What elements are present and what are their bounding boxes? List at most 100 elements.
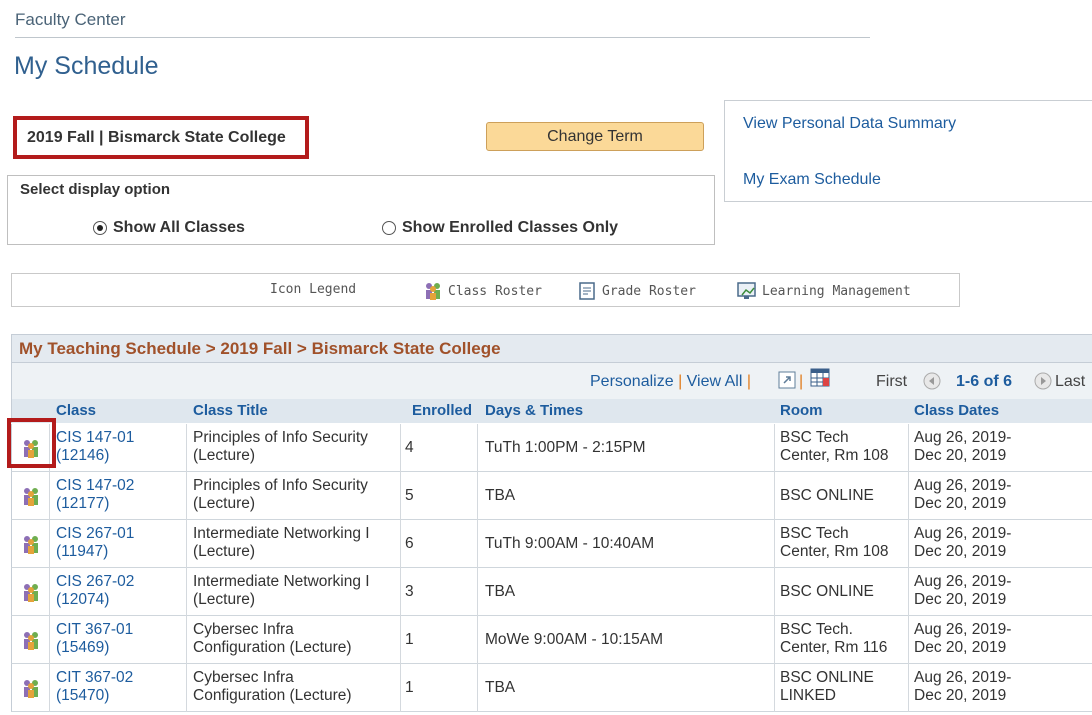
class-type: Configuration (Lecture): [193, 639, 352, 656]
room-detail: Center, Rm 108: [780, 543, 889, 560]
next-page-icon[interactable]: [1034, 372, 1052, 390]
table-row: CIS 267-01 (11947) Intermediate Networki…: [11, 520, 1092, 568]
first-page-label: First: [876, 373, 908, 390]
column-header-room[interactable]: Room: [780, 402, 823, 419]
previous-page-icon[interactable]: [923, 372, 941, 390]
table-row: CIT 367-01 (15469) Cybersec Infra Config…: [11, 616, 1092, 664]
show-all-classes-radio[interactable]: [93, 221, 107, 235]
room: BSC Tech: [780, 429, 849, 446]
my-exam-schedule-link[interactable]: My Exam Schedule: [743, 171, 881, 189]
teaching-schedule-header: My Teaching Schedule > 2019 Fall > Bisma…: [11, 334, 1092, 363]
room-detail: Center, Rm 116: [780, 639, 888, 656]
column-header-class-title[interactable]: Class Title: [193, 402, 268, 419]
class-roster-icon: [426, 283, 440, 300]
class-type: (Lecture): [193, 543, 256, 560]
class-start-date: Aug 26, 2019-: [914, 621, 1012, 638]
download-spreadsheet-icon[interactable]: [810, 368, 832, 388]
enrolled-count: 5: [405, 487, 414, 504]
class-type: (Lecture): [193, 591, 256, 608]
breadcrumb: Faculty Center: [15, 10, 126, 29]
table-row: CIS 147-01 (12146) Principles of Info Se…: [11, 424, 1092, 472]
days-times: MoWe 9:00AM - 10:15AM: [485, 631, 664, 648]
class-title: Intermediate Networking I: [193, 525, 370, 542]
column-header-enrolled[interactable]: Enrolled: [412, 402, 472, 419]
schedule-table-body: CIS 147-01 (12146) Principles of Info Se…: [11, 424, 1092, 712]
zoom-icon[interactable]: [778, 371, 796, 389]
display-option-label: Select display option: [20, 181, 171, 198]
nav-separator: |: [746, 373, 752, 390]
class-start-date: Aug 26, 2019-: [914, 429, 1012, 446]
legend-grade-roster: Grade Roster: [578, 282, 696, 300]
class-roster-icon[interactable]: [20, 486, 42, 506]
term-label-text: 2019 Fall | Bismarck State College: [27, 128, 286, 146]
legend-class-roster: Class Roster: [422, 282, 542, 300]
class-link[interactable]: CIT 367-01: [56, 621, 133, 639]
term-label: 2019 Fall | Bismarck State College: [13, 116, 309, 159]
class-type: (Lecture): [193, 447, 256, 464]
grid-navigation-bar: Personalize | View All | | First 1-6 of …: [11, 363, 1092, 399]
table-row: CIS 267-02 (12074) Intermediate Networki…: [11, 568, 1092, 616]
class-number-link[interactable]: (12177): [56, 495, 134, 513]
class-type: (Lecture): [193, 495, 256, 512]
class-roster-icon[interactable]: [20, 534, 42, 554]
nav-separator: |: [678, 373, 687, 390]
change-term-button[interactable]: Change Term: [486, 122, 704, 151]
class-link[interactable]: CIS 147-02: [56, 477, 134, 495]
room: BSC Tech: [780, 525, 849, 542]
class-link[interactable]: CIT 367-02: [56, 669, 133, 687]
view-personal-data-link[interactable]: View Personal Data Summary: [743, 115, 956, 133]
class-end-date: Dec 20, 2019: [914, 639, 1007, 656]
column-header-class-dates[interactable]: Class Dates: [914, 402, 999, 419]
class-type: Configuration (Lecture): [193, 687, 352, 704]
class-link[interactable]: CIS 267-02: [56, 573, 134, 591]
display-option-box: Select display option Show All Classes S…: [7, 175, 715, 245]
show-enrolled-only-radio[interactable]: [382, 221, 396, 235]
class-title: Cybersec Infra: [193, 669, 294, 686]
legend-grade-roster-label: Grade Roster: [602, 283, 696, 299]
class-start-date: Aug 26, 2019-: [914, 573, 1012, 590]
class-number-link[interactable]: (12146): [56, 447, 134, 465]
show-enrolled-only-option[interactable]: Show Enrolled Classes Only: [382, 219, 618, 237]
personalize-link[interactable]: Personalize: [590, 373, 674, 390]
enrolled-count: 3: [405, 583, 414, 600]
show-enrolled-only-label: Show Enrolled Classes Only: [402, 219, 619, 236]
class-end-date: Dec 20, 2019: [914, 591, 1007, 608]
days-times: TuTh 1:00PM - 2:15PM: [485, 439, 646, 456]
column-header-days-times[interactable]: Days & Times: [485, 402, 583, 419]
class-number-link[interactable]: (15470): [56, 687, 133, 705]
legend-class-roster-label: Class Roster: [448, 283, 542, 299]
days-times: TuTh 9:00AM - 10:40AM: [485, 535, 655, 552]
class-end-date: Dec 20, 2019: [914, 687, 1007, 704]
learning-management-icon: [737, 282, 756, 299]
class-number-link[interactable]: (12074): [56, 591, 134, 609]
class-roster-icon[interactable]: [20, 582, 42, 602]
class-end-date: Dec 20, 2019: [914, 543, 1007, 560]
page-title: My Schedule: [14, 52, 159, 80]
class-roster-icon[interactable]: [20, 630, 42, 650]
class-start-date: Aug 26, 2019-: [914, 477, 1012, 494]
enrolled-count: 1: [405, 679, 414, 696]
class-link[interactable]: CIS 147-01: [56, 429, 134, 447]
table-row: CIS 147-02 (12177) Principles of Info Se…: [11, 472, 1092, 520]
roster-highlight-box: [7, 418, 56, 468]
show-all-classes-label: Show All Classes: [113, 219, 245, 236]
room: BSC ONLINE: [780, 487, 874, 504]
room-detail: Center, Rm 108: [780, 447, 889, 464]
column-header-class[interactable]: Class: [56, 402, 96, 419]
days-times: TBA: [485, 583, 516, 600]
class-roster-icon[interactable]: [20, 678, 42, 698]
class-number-link[interactable]: (15469): [56, 639, 133, 657]
enrolled-count: 4: [405, 439, 414, 456]
class-end-date: Dec 20, 2019: [914, 447, 1007, 464]
last-page-label: Last: [1055, 373, 1086, 390]
table-column-headers: Class Class Title Enrolled Days & Times …: [11, 399, 1092, 423]
view-all-link[interactable]: View All: [687, 373, 743, 390]
icon-legend: Icon Legend Class Roster Grade Roster Le…: [11, 273, 960, 307]
side-links-panel: View Personal Data Summary My Exam Sched…: [724, 100, 1092, 202]
class-link[interactable]: CIS 267-01: [56, 525, 134, 543]
class-number-link[interactable]: (11947): [56, 543, 134, 561]
enrolled-count: 1: [405, 631, 414, 648]
class-title: Principles of Info Security: [193, 477, 368, 494]
show-all-classes-option[interactable]: Show All Classes: [93, 219, 245, 237]
days-times: TBA: [485, 487, 516, 504]
